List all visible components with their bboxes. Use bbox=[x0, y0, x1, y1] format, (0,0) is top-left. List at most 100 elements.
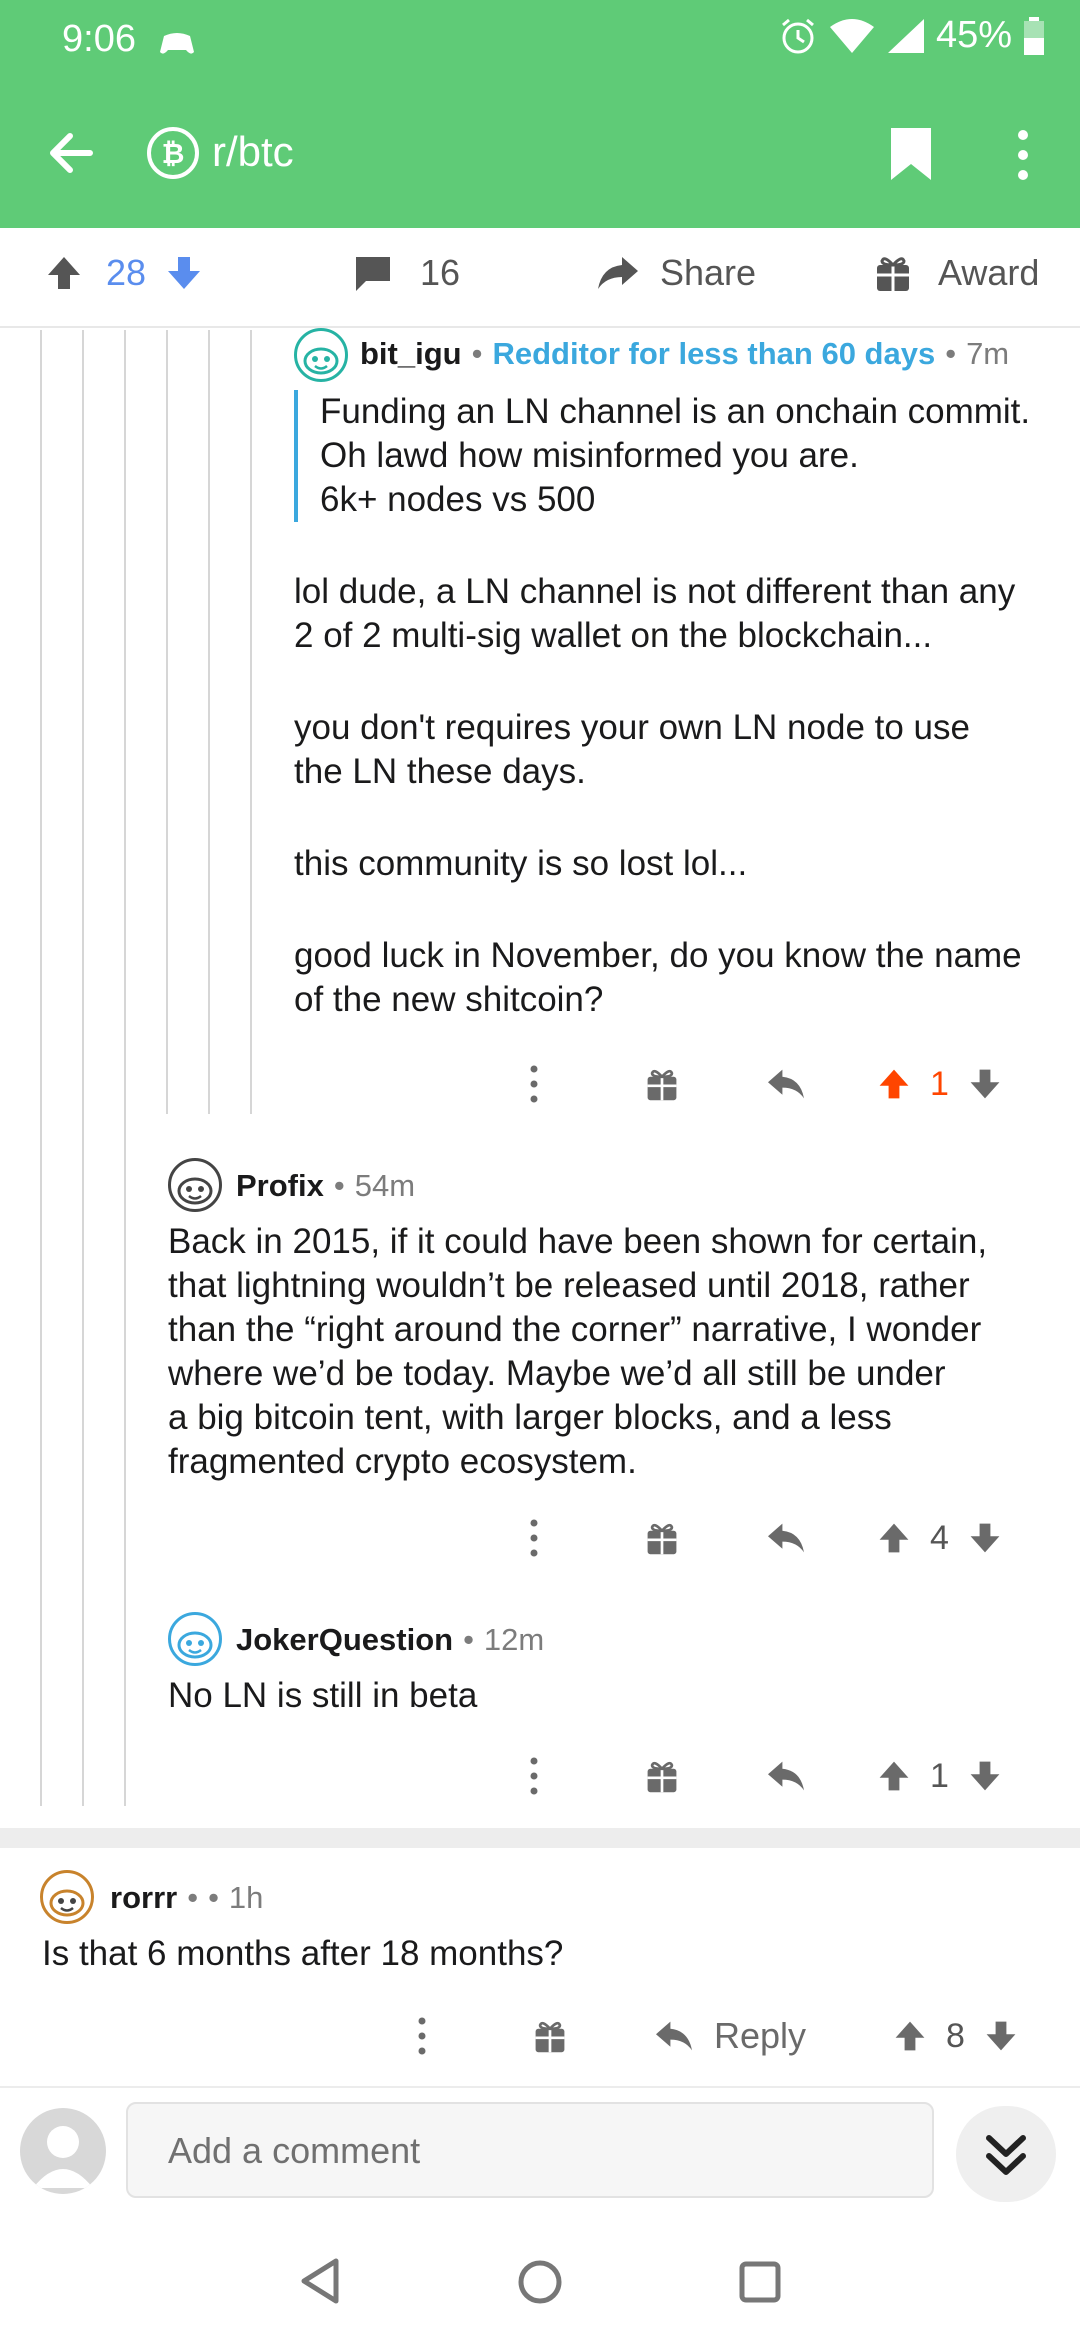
nav-back-icon[interactable] bbox=[298, 2256, 342, 2306]
gift-icon[interactable] bbox=[644, 1758, 680, 1794]
reply-arrow-icon bbox=[656, 2021, 692, 2051]
post-score: 28 bbox=[106, 252, 147, 293]
downvote-arrow-icon[interactable] bbox=[164, 253, 204, 293]
comment-age: 12m bbox=[483, 1622, 545, 1657]
comment-actions: 1 bbox=[524, 1062, 1003, 1106]
comment-age: 54m bbox=[354, 1168, 416, 1203]
comment-actions: 4 bbox=[524, 1516, 1003, 1560]
gift-icon[interactable] bbox=[532, 2018, 568, 2054]
more-options-icon[interactable] bbox=[412, 2014, 432, 2058]
downvote-arrow-icon[interactable] bbox=[967, 1757, 1003, 1795]
jump-down-button[interactable] bbox=[956, 2106, 1056, 2202]
comment-score: 8 bbox=[946, 2016, 965, 2055]
snoo-avatar-icon bbox=[177, 1177, 213, 1205]
upvote-arrow-icon[interactable] bbox=[876, 1519, 912, 1557]
comment-header: rorrr • • 1h bbox=[110, 1880, 263, 1916]
body-line: of the new shitcoin? bbox=[294, 980, 604, 1019]
meta-dot: • bbox=[471, 336, 483, 371]
upvote-arrow-icon[interactable] bbox=[876, 1065, 912, 1103]
body-line: fragmented crypto ecosystem. bbox=[168, 1442, 637, 1481]
upvote-arrow-icon[interactable] bbox=[876, 1757, 912, 1795]
subreddit-title[interactable]: r/btc bbox=[212, 128, 294, 176]
status-right: 45% bbox=[778, 14, 1046, 57]
comment-score: 1 bbox=[930, 1756, 949, 1795]
comment-actions: 1 bbox=[524, 1754, 1003, 1798]
gift-icon[interactable] bbox=[644, 1066, 680, 1102]
bitcoin-subreddit-icon: ₿ bbox=[147, 127, 199, 179]
body-line: that lightning wouldn’t be released unti… bbox=[168, 1266, 970, 1305]
comment-bubble-icon bbox=[356, 257, 390, 291]
comment-author[interactable]: rorrr bbox=[110, 1880, 177, 1916]
divider bbox=[0, 2086, 1080, 2088]
downvote-arrow-icon[interactable] bbox=[983, 2017, 1019, 2055]
body-line: you don't requires your own LN node to u… bbox=[294, 708, 970, 747]
thread-line[interactable] bbox=[124, 330, 126, 1806]
reply-arrow-icon[interactable] bbox=[766, 1758, 806, 1794]
add-comment-input[interactable]: Add a comment bbox=[126, 2102, 934, 2198]
comment-actions: Reply 8 bbox=[412, 2014, 1019, 2058]
avatar[interactable] bbox=[40, 1870, 94, 1924]
more-options-icon[interactable] bbox=[524, 1062, 544, 1106]
quoted-text: Funding an LN channel is an onchain comm… bbox=[294, 390, 1064, 522]
downvote-arrow-icon[interactable] bbox=[967, 1519, 1003, 1557]
share-label: Share bbox=[660, 252, 757, 293]
thread-line[interactable] bbox=[40, 330, 42, 1806]
reply-arrow-icon[interactable] bbox=[766, 1520, 806, 1556]
body-line: lol dude, a LN channel is not different … bbox=[294, 572, 1016, 611]
avatar[interactable] bbox=[294, 328, 348, 382]
downvote-arrow-icon[interactable] bbox=[967, 1065, 1003, 1103]
gift-icon[interactable] bbox=[644, 1520, 680, 1556]
share-button[interactable]: Share bbox=[596, 252, 756, 294]
award-button[interactable]: Award bbox=[874, 252, 1039, 294]
reply-button[interactable]: Reply bbox=[654, 2015, 806, 2057]
award-label: Award bbox=[938, 252, 1040, 293]
quote-line: 6k+ nodes vs 500 bbox=[320, 480, 596, 519]
avatar[interactable] bbox=[168, 1158, 222, 1212]
more-options-icon[interactable] bbox=[524, 1754, 544, 1798]
comment-header: Profix • 54m bbox=[236, 1168, 415, 1204]
body-line: good luck in November, do you know the n… bbox=[294, 936, 1022, 975]
comment-author[interactable]: bit_igu bbox=[360, 336, 462, 372]
reply-arrow-icon[interactable] bbox=[766, 1066, 806, 1102]
comment-body: No LN is still in beta bbox=[168, 1674, 1068, 1718]
snoo-avatar-icon bbox=[177, 1631, 213, 1659]
comment-body: lol dude, a LN channel is not different … bbox=[294, 570, 1064, 1022]
meta-dot: • bbox=[208, 1880, 219, 1915]
comment-body: Is that 6 months after 18 months? bbox=[42, 1932, 1042, 1976]
upvote-arrow-icon[interactable] bbox=[892, 2017, 928, 2055]
meta-dot: • bbox=[333, 1168, 345, 1203]
signal-icon bbox=[887, 18, 924, 53]
comment-author[interactable]: JokerQuestion bbox=[236, 1622, 453, 1658]
app-header: 9:06 45% ₿ r/btc bbox=[0, 0, 1080, 228]
nav-recents-icon[interactable] bbox=[738, 2260, 782, 2304]
thread-line[interactable] bbox=[166, 330, 168, 1114]
thread-line[interactable] bbox=[82, 330, 84, 1806]
double-chevron-down-icon bbox=[986, 2135, 1026, 2175]
share-arrow-icon bbox=[598, 257, 638, 289]
status-time: 9:06 bbox=[62, 18, 136, 60]
meta-dot: • bbox=[945, 336, 957, 371]
overflow-menu-icon[interactable] bbox=[1012, 128, 1034, 182]
upvote-arrow-icon[interactable] bbox=[44, 253, 84, 293]
game-controller-icon bbox=[160, 33, 194, 54]
alarm-icon bbox=[781, 18, 814, 53]
quote-line: Funding an LN channel is an onchain comm… bbox=[320, 392, 1031, 431]
comments-count: 16 bbox=[420, 252, 461, 293]
user-flair: Redditor for less than 60 days bbox=[492, 336, 936, 371]
more-options-icon[interactable] bbox=[524, 1516, 544, 1560]
user-placeholder-icon bbox=[33, 2126, 93, 2188]
meta-dot: • bbox=[463, 1622, 474, 1657]
back-arrow-icon[interactable] bbox=[46, 128, 96, 178]
body-line: 2 of 2 multi-sig wallet on the blockchai… bbox=[294, 616, 933, 655]
bookmark-icon[interactable] bbox=[888, 126, 934, 182]
comment-score: 4 bbox=[930, 1518, 949, 1557]
user-avatar[interactable] bbox=[20, 2108, 106, 2194]
avatar[interactable] bbox=[168, 1612, 222, 1666]
comments-count-button[interactable]: 16 bbox=[352, 252, 460, 294]
comment-age: 7m bbox=[966, 336, 1010, 371]
nav-home-icon[interactable] bbox=[516, 2258, 564, 2306]
comment-author[interactable]: Profix bbox=[236, 1168, 324, 1204]
snoo-avatar-icon bbox=[303, 347, 339, 375]
thread-line[interactable] bbox=[250, 330, 252, 1114]
thread-line[interactable] bbox=[208, 330, 210, 1114]
